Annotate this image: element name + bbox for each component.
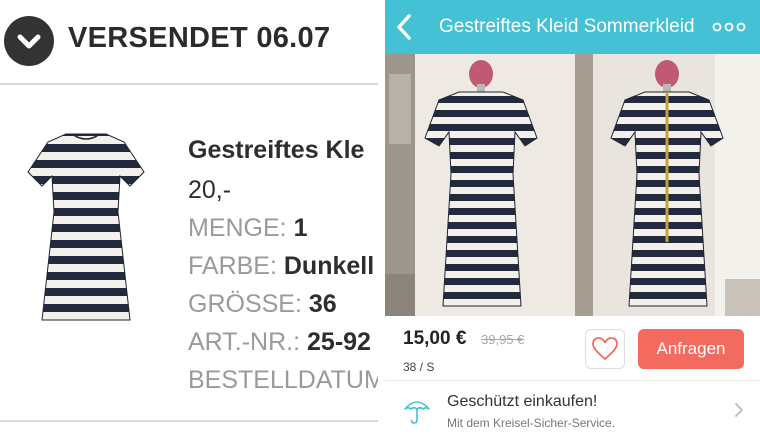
product-price: 20,- <box>188 176 232 204</box>
protected-subtitle: Mit dem Kreisel-Sicher-Service. <box>447 416 616 430</box>
article-number-row: ART.-NR.: 25-92 <box>188 328 371 357</box>
divider <box>0 83 378 85</box>
divider <box>0 420 378 422</box>
favorite-button[interactable] <box>585 329 625 369</box>
product-title: Gestreiftes Kle <box>188 136 365 164</box>
product-image <box>27 133 145 321</box>
listing-photo[interactable] <box>385 54 760 316</box>
quantity-row: MENGE: 1 <box>188 214 307 243</box>
chevron-down-icon[interactable] <box>4 16 54 66</box>
original-price: 39,95 € <box>481 332 525 347</box>
order-status-header[interactable]: VERSENDET 06.07 <box>0 0 378 84</box>
order-date-label: BESTELLDATUM <box>188 366 378 394</box>
listing-panel: Gestreiftes Kleid Sommerkleid 15,00 € 39… <box>385 0 760 438</box>
size-value: 36 <box>308 290 337 318</box>
chevron-right-icon <box>735 403 743 417</box>
size-row: GRÖSSE: 36 <box>188 290 337 319</box>
quantity-label: MENGE: <box>188 214 287 242</box>
order-panel: VERSENDET 06.07 Gestreiftes Kle 20,- MEN… <box>0 0 378 438</box>
listing-price: 15,00 € <box>403 328 467 349</box>
back-arrow-icon[interactable] <box>393 12 417 42</box>
article-number-value: 25-92 <box>307 328 371 356</box>
order-status-title: VERSENDET 06.07 <box>68 22 331 54</box>
order-date-row: BESTELLDATUM <box>188 366 378 395</box>
article-number-label: ART.-NR.: <box>188 328 301 356</box>
protected-title: Geschützt einkaufen! <box>447 393 598 410</box>
ask-button[interactable]: Anfragen <box>638 329 744 369</box>
listing-title: Gestreiftes Kleid Sommerkleid <box>439 16 695 37</box>
divider <box>385 380 760 381</box>
umbrella-icon <box>404 401 430 424</box>
color-row: FARBE: Dunkell <box>188 252 374 281</box>
color-value: Dunkell <box>283 252 375 280</box>
heart-icon <box>592 337 618 360</box>
more-dots-icon[interactable] <box>712 20 746 34</box>
listing-size: 38 / S <box>403 360 435 374</box>
nav-bar: Gestreiftes Kleid Sommerkleid <box>385 0 760 54</box>
size-label: GRÖSSE: <box>188 290 302 318</box>
quantity-value: 1 <box>293 214 308 242</box>
color-label: FARBE: <box>188 252 277 280</box>
